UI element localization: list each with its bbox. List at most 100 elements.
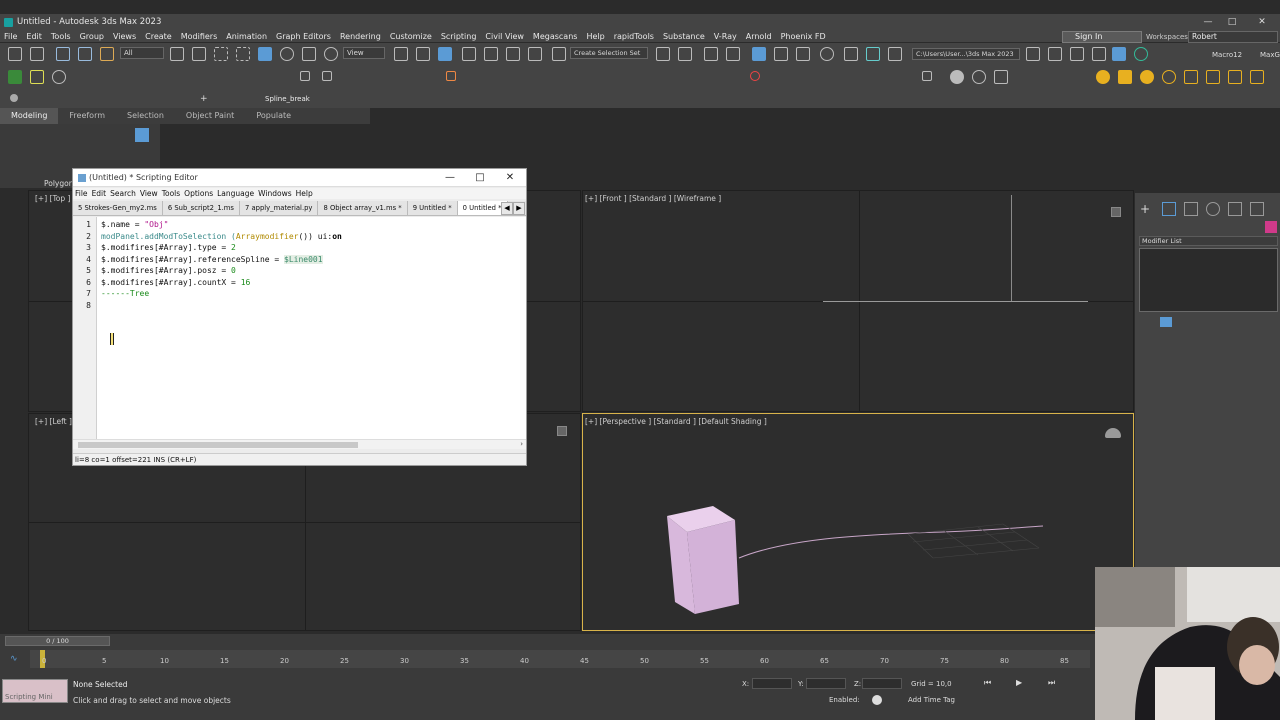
- y-coord-field[interactable]: [806, 678, 846, 689]
- plus-icon[interactable]: +: [200, 94, 210, 104]
- tab-freeform[interactable]: Freeform: [58, 108, 116, 124]
- curve-editor-icon[interactable]: [774, 47, 788, 61]
- scale-icon[interactable]: [302, 47, 316, 61]
- maxg-button[interactable]: MaxG: [1260, 51, 1280, 59]
- pin-stack-icon[interactable]: [1160, 317, 1172, 327]
- menu-graph-editors[interactable]: Graph Editors: [272, 32, 336, 41]
- track-bar[interactable]: 0 5 10 15 20 25 30 35 40 45 50 55 60 65 …: [30, 650, 1090, 668]
- minimize-icon[interactable]: —: [1196, 14, 1220, 30]
- snaps-toggle-icon[interactable]: [462, 47, 476, 61]
- editor-tab[interactable]: 8 Object array_v1.ms *: [318, 201, 408, 215]
- tab-scroll-right-icon[interactable]: ▶: [513, 202, 525, 215]
- help-icon[interactable]: [52, 70, 66, 84]
- modify-tab-icon[interactable]: [1162, 202, 1176, 216]
- list-icon[interactable]: [30, 70, 44, 84]
- viewport-left-label[interactable]: [+] [Left ]: [35, 417, 72, 426]
- object-color-swatch[interactable]: [1265, 221, 1277, 233]
- folder-tools-icon[interactable]: [1070, 47, 1084, 61]
- light-icon[interactable]: [1096, 70, 1110, 84]
- create-tab-icon[interactable]: +: [1140, 203, 1152, 215]
- sphere-light-icon[interactable]: [1184, 70, 1198, 84]
- editor-minimize-icon[interactable]: —: [435, 169, 465, 187]
- time-slider[interactable]: 0 / 100: [5, 636, 110, 646]
- select-object-icon[interactable]: [170, 47, 184, 61]
- record-icon[interactable]: [750, 71, 760, 81]
- menu-create[interactable]: Create: [141, 32, 177, 41]
- render-production-icon[interactable]: [888, 47, 902, 61]
- vray-light-icon[interactable]: [1250, 70, 1264, 84]
- bind-spacewarp-icon[interactable]: [100, 47, 114, 61]
- menu-modifiers[interactable]: Modifiers: [177, 32, 223, 41]
- modifier-stack[interactable]: [1139, 248, 1278, 312]
- editor-maximize-icon[interactable]: □: [465, 169, 495, 187]
- menu-phoenix-fd[interactable]: Phoenix FD: [777, 32, 831, 41]
- material-editor-icon[interactable]: [820, 47, 834, 61]
- open-project-icon[interactable]: [1026, 47, 1040, 61]
- editor-menu-search[interactable]: Search: [108, 189, 138, 198]
- workspace-select[interactable]: Robert: [1188, 31, 1278, 43]
- editor-horizontal-scrollbar[interactable]: ›: [73, 439, 526, 449]
- undo-icon[interactable]: [8, 47, 22, 61]
- editor-menu-options[interactable]: Options: [182, 189, 215, 198]
- sign-in-button[interactable]: Sign In: [1062, 31, 1142, 43]
- dot-icon[interactable]: [10, 94, 18, 102]
- editor-menu-file[interactable]: File: [73, 189, 90, 198]
- menu-group[interactable]: Group: [76, 32, 109, 41]
- viewport-top-label[interactable]: [+] [Top ]: [35, 194, 70, 203]
- menu-rapidtools[interactable]: rapidTools: [610, 32, 659, 41]
- editor-tab[interactable]: 5 Strokes-Gen_my2.ms: [73, 201, 163, 215]
- selection-filter-select[interactable]: All: [120, 47, 164, 59]
- curve-editor-mini-icon[interactable]: ∿: [10, 654, 18, 664]
- menu-help[interactable]: Help: [582, 32, 609, 41]
- scroll-right-icon[interactable]: ›: [520, 440, 523, 448]
- code-editor[interactable]: 1 2 3 4 5 6 7 8 $.name = "Obj" modPanel.…: [73, 217, 526, 439]
- go-to-start-icon[interactable]: ⏮: [984, 678, 994, 688]
- keyboard-shortcut-override-icon[interactable]: [438, 47, 452, 61]
- render-icon[interactable]: [972, 70, 986, 84]
- enabled-toggle-icon[interactable]: [872, 695, 882, 705]
- edit-named-selection-icon[interactable]: [552, 47, 566, 61]
- play-icon[interactable]: [300, 71, 310, 81]
- project-folder-select[interactable]: C:\Users\User...\3ds Max 2023: [912, 48, 1020, 60]
- maximize-icon[interactable]: □: [1220, 14, 1244, 30]
- tab-populate[interactable]: Populate: [245, 108, 302, 124]
- viewport-perspective[interactable]: [+] [Perspective ] [Standard ] [Default …: [582, 413, 1134, 631]
- save-icon[interactable]: [1092, 47, 1106, 61]
- menu-views[interactable]: Views: [109, 32, 141, 41]
- folder-icon[interactable]: [1048, 47, 1062, 61]
- menu-megascans[interactable]: Megascans: [529, 32, 583, 41]
- mesh-light-icon[interactable]: [1206, 70, 1220, 84]
- mirror-icon[interactable]: [656, 47, 670, 61]
- spline-break-button[interactable]: Spline_break: [265, 95, 310, 103]
- ies-light-icon[interactable]: [1162, 70, 1176, 84]
- check-icon[interactable]: [1134, 47, 1148, 61]
- align-icon[interactable]: [678, 47, 692, 61]
- z-coord-field[interactable]: [862, 678, 902, 689]
- x-coord-field[interactable]: [752, 678, 792, 689]
- close-icon[interactable]: ✕: [1250, 14, 1274, 30]
- menu-scripting[interactable]: Scripting: [437, 32, 482, 41]
- help-question-icon[interactable]: [922, 71, 932, 81]
- utilities-tab-icon[interactable]: [1250, 202, 1264, 216]
- teapot-icon[interactable]: [950, 70, 964, 84]
- viewport-front[interactable]: [+] [Front ] [Standard ] [Wireframe ]: [582, 190, 1134, 412]
- display-tab-icon[interactable]: [1228, 202, 1242, 216]
- macro12-button[interactable]: Macro12: [1212, 51, 1242, 59]
- modifier-list-select[interactable]: Modifier List: [1139, 236, 1278, 246]
- reference-coord-select[interactable]: View: [343, 47, 385, 59]
- place-icon[interactable]: [324, 47, 338, 61]
- sun-light-icon[interactable]: [1140, 70, 1154, 84]
- tab-modeling[interactable]: Modeling: [0, 108, 59, 124]
- editor-menu-language[interactable]: Language: [215, 189, 256, 198]
- menu-vray[interactable]: V-Ray: [710, 32, 742, 41]
- select-manipulate-icon[interactable]: [416, 47, 430, 61]
- spinner-snap-icon[interactable]: [528, 47, 542, 61]
- menu-civil-view[interactable]: Civil View: [481, 32, 529, 41]
- stop-icon[interactable]: [322, 71, 332, 81]
- menu-animation[interactable]: Animation: [222, 32, 272, 41]
- viewport-toggle-icon[interactable]: [1112, 47, 1126, 61]
- viewcube-icon[interactable]: [557, 426, 567, 436]
- scrollbar-thumb[interactable]: [78, 442, 358, 448]
- unlink-icon[interactable]: [78, 47, 92, 61]
- editor-close-icon[interactable]: ✕: [495, 169, 525, 187]
